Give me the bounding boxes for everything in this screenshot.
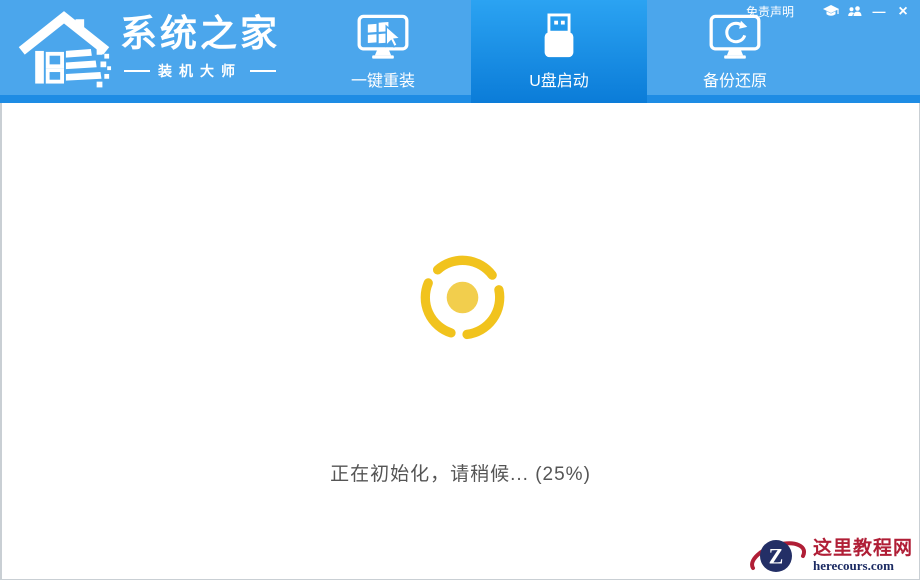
status-text: 正在初始化，请稍候... (25%): [2, 459, 919, 486]
brand-subtitle: 装机大师: [158, 61, 242, 81]
loading-spinner-icon: [416, 251, 509, 344]
usb-drive-icon: [536, 11, 582, 63]
brand-subtitle-row: 装机大师: [120, 61, 280, 81]
close-button[interactable]: ×: [894, 4, 912, 20]
tab-label-reinstall: 一键重装: [351, 67, 415, 91]
app-header: 系统之家 装机大师: [0, 0, 920, 103]
watermark-site-name: 这里教程网: [813, 539, 913, 559]
app-window: 系统之家 装机大师: [0, 0, 920, 580]
house-pixels-icon: [16, 6, 112, 92]
watermark: Z 这里教程网 herecours.com: [745, 533, 919, 579]
minimize-icon: —: [873, 5, 886, 19]
subtitle-dash-right: [250, 70, 276, 72]
main-tabs: 一键重装 U盘启动: [295, 0, 823, 103]
tab-usb-boot[interactable]: U盘启动: [471, 0, 647, 103]
watermark-text: 这里教程网 herecours.com: [813, 539, 917, 573]
watermark-logo-letter: Z: [769, 544, 784, 569]
tab-label-backup-restore: 备份还原: [703, 67, 767, 91]
subtitle-dash-left: [124, 70, 150, 72]
main-content: 正在初始化，请稍候... (25%) Z 这里教程网 herecours.com: [0, 103, 920, 580]
tab-one-click-reinstall[interactable]: 一键重装: [295, 0, 471, 103]
tab-label-usb-boot: U盘启动: [529, 67, 589, 91]
watermark-logo-icon: Z: [745, 534, 811, 578]
minimize-button[interactable]: —: [870, 4, 888, 20]
brand: 系统之家 装机大师: [16, 6, 280, 92]
watermark-site-url: herecours.com: [813, 559, 913, 573]
brand-title: 系统之家: [120, 14, 280, 55]
monitor-windows-cursor-icon: [357, 11, 409, 63]
graduation-cap-icon[interactable]: [822, 4, 840, 20]
brand-text: 系统之家 装机大师: [120, 14, 280, 81]
close-icon: ×: [898, 5, 907, 19]
disclaimer-link[interactable]: 免责声明: [746, 3, 794, 20]
users-icon[interactable]: [846, 4, 864, 20]
titlebar-controls: 免责声明 — ×: [746, 3, 912, 20]
